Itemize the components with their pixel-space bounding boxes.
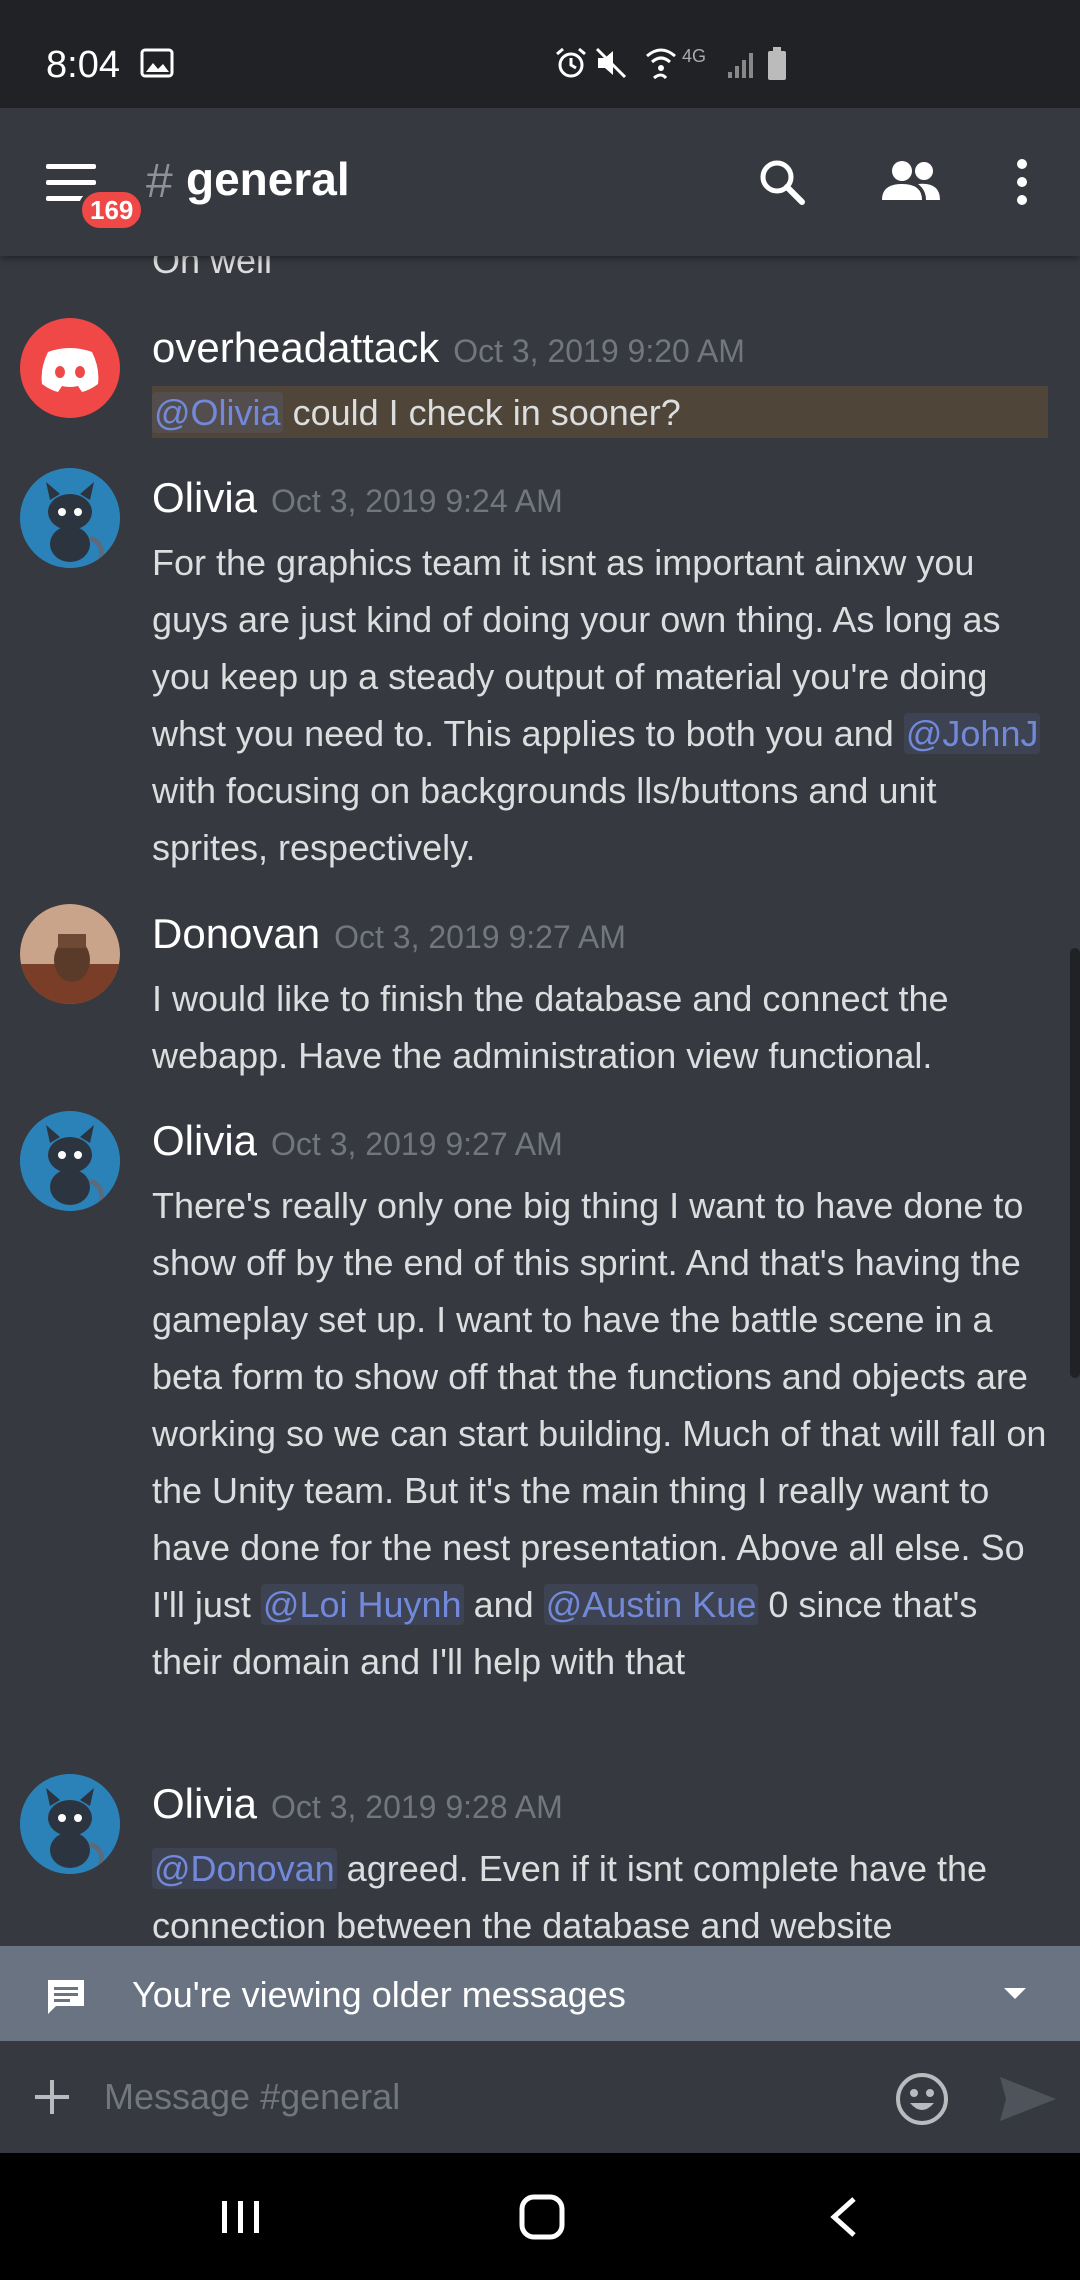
search-icon[interactable]: [756, 156, 808, 208]
message-timestamp: Oct 3, 2019 9:20 AM: [453, 333, 745, 369]
user-mention[interactable]: @Donovan: [152, 1848, 337, 1889]
gallery-notification-icon: [140, 48, 174, 78]
user-mention[interactable]: @Olivia: [152, 392, 283, 433]
donovan-avatar-icon: [20, 904, 120, 1004]
avatar[interactable]: [20, 904, 120, 1004]
message-text: I would like to finish the database and …: [152, 978, 949, 1076]
message-author[interactable]: overheadattack Oct 3, 2019 9:20 AM: [152, 324, 745, 372]
user-mention[interactable]: @JohnJ: [903, 713, 1041, 754]
message-text: For the graphics team it isnt as importa…: [152, 542, 1001, 754]
message-timestamp: Oct 3, 2019 9:28 AM: [271, 1789, 563, 1825]
status-bar: 8:04 4G: [0, 0, 1080, 108]
battery-icon: [768, 47, 786, 80]
chat-bubble-icon: [48, 1980, 84, 2014]
user-mention[interactable]: @Loi Huynh: [260, 1584, 464, 1625]
message-text: Oh well: [152, 256, 273, 281]
jump-down-icon[interactable]: [1002, 1984, 1028, 2002]
scrollbar[interactable]: [1070, 948, 1080, 1378]
discord-logo-icon: [41, 348, 99, 392]
system-navigation-bar: [0, 2153, 1080, 2280]
author-name[interactable]: Olivia: [152, 1780, 257, 1827]
author-name[interactable]: Donovan: [152, 910, 320, 957]
menu-line-icon: [46, 164, 96, 169]
older-messages-label: You're viewing older messages: [132, 1974, 626, 2015]
message-author[interactable]: Olivia Oct 3, 2019 9:28 AM: [152, 1780, 563, 1828]
user-mention[interactable]: @Austin Kue: [543, 1584, 759, 1625]
avatar[interactable]: [20, 318, 120, 418]
message-timestamp: Oct 3, 2019 9:24 AM: [271, 483, 563, 519]
avatar[interactable]: [20, 1111, 120, 1211]
message-text: with focusing on backgrounds lls/buttons…: [152, 770, 937, 868]
mute-icon: [595, 47, 627, 79]
message-author[interactable]: Olivia Oct 3, 2019 9:24 AM: [152, 474, 563, 522]
message-body: @Donovan agreed. Even if it isnt complet…: [152, 1840, 1052, 1946]
alarm-icon: [556, 47, 586, 78]
emoji-icon[interactable]: [894, 2071, 950, 2127]
author-name[interactable]: Olivia: [152, 474, 257, 521]
add-attachment-icon[interactable]: [32, 2077, 72, 2117]
message-timestamp: Oct 3, 2019 9:27 AM: [271, 1126, 563, 1162]
olivia-avatar-icon: [20, 1111, 120, 1211]
avatar[interactable]: [20, 468, 120, 568]
menu-line-icon: [46, 180, 96, 185]
channel-header: 169 # general: [0, 108, 1080, 256]
channel-hash-icon: #: [146, 155, 173, 208]
back-icon[interactable]: [826, 2195, 862, 2239]
older-messages-bar[interactable]: You're viewing older messages: [0, 1946, 1080, 2041]
olivia-avatar-icon: [20, 468, 120, 568]
message-text: There's really only one big thing I want…: [152, 1185, 1047, 1625]
message-list[interactable]: Oh well overheadattack Oct 3, 2019 9:20 A…: [0, 256, 1080, 1946]
recent-apps-icon[interactable]: [218, 2197, 264, 2237]
members-icon[interactable]: [878, 156, 944, 208]
send-icon[interactable]: [998, 2075, 1058, 2123]
unread-badge: 169: [78, 188, 146, 232]
avatar[interactable]: [20, 1774, 120, 1874]
message-author[interactable]: Donovan Oct 3, 2019 9:27 AM: [152, 910, 626, 958]
message-body: @Olivia could I check in sooner?: [152, 384, 1052, 441]
channel-title: general: [186, 153, 350, 205]
wifi-calling-icon: [646, 48, 676, 80]
more-options-icon[interactable]: [1010, 156, 1034, 208]
olivia-avatar-icon: [20, 1774, 120, 1874]
message-text: could I check in sooner?: [292, 392, 681, 433]
message-body: I would like to finish the database and …: [152, 970, 1052, 1084]
message-body: For the graphics team it isnt as importa…: [152, 534, 1052, 876]
signal-icon: [728, 53, 753, 78]
message-text: and: [473, 1584, 534, 1625]
author-name[interactable]: overheadattack: [152, 324, 439, 371]
home-icon[interactable]: [518, 2193, 566, 2241]
message-composer: [0, 2041, 1080, 2153]
status-time: 8:04: [46, 44, 120, 86]
message-body: There's really only one big thing I want…: [152, 1177, 1052, 1690]
author-name[interactable]: Olivia: [152, 1117, 257, 1164]
message-input[interactable]: [104, 2041, 864, 2153]
message-author[interactable]: Olivia Oct 3, 2019 9:27 AM: [152, 1117, 563, 1165]
message-timestamp: Oct 3, 2019 9:27 AM: [334, 919, 626, 955]
network-type-label: 4G: [682, 46, 707, 66]
